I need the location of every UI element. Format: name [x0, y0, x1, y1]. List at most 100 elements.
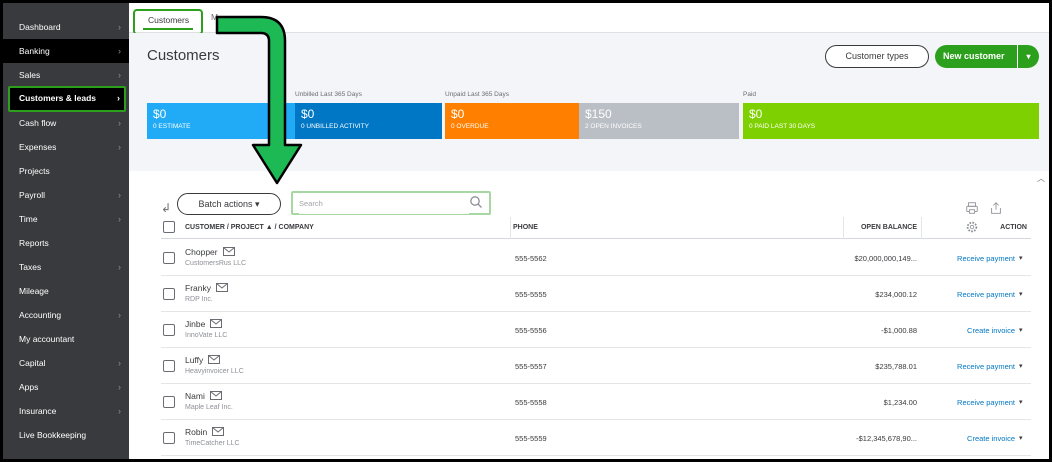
row-checkbox[interactable]: [163, 252, 175, 264]
sidebar-nav: Dashboard › Banking › Sales › Customers & lead…: [3, 3, 129, 459]
row-action-link[interactable]: Receive payment: [929, 398, 1015, 407]
sidebar-item-banking[interactable]: Banking ›: [3, 39, 129, 63]
sidebar-item-label: Apps: [19, 382, 39, 392]
customer-name[interactable]: Chopper: [185, 247, 218, 257]
email-icon[interactable]: [215, 283, 228, 292]
chevron-down-icon[interactable]: ▾: [1019, 326, 1023, 334]
chevron-down-icon[interactable]: ▾: [1019, 362, 1023, 370]
sidebar-item-label: Sales: [19, 70, 41, 80]
customer-name-cell[interactable]: Jinbe: [185, 319, 223, 329]
table-row[interactable]: Luffy Heavyinvoicer LLC 555-5557 $235,788.0…: [161, 348, 1031, 384]
sidebar-item-expenses[interactable]: Expenses ›: [3, 135, 129, 159]
sidebar-item-label: Accounting: [19, 310, 62, 320]
company-name: Heavyinvoicer LLC: [185, 368, 244, 375]
email-icon[interactable]: [209, 391, 222, 400]
customer-name-cell[interactable]: Franky: [185, 283, 228, 293]
customer-name[interactable]: Luffy: [185, 355, 203, 365]
chevron-down-icon[interactable]: ▾: [1019, 254, 1023, 262]
chevron-right-icon: ›: [117, 93, 120, 103]
row-action-link[interactable]: Create invoice: [929, 326, 1015, 335]
sidebar-item-time[interactable]: Time ›: [3, 207, 129, 231]
sidebar-item-label: Taxes: [19, 262, 42, 272]
row-checkbox[interactable]: [163, 396, 175, 408]
collapse-chevron-icon[interactable]: ︿: [1037, 173, 1045, 184]
email-icon[interactable]: [208, 355, 221, 364]
tab-customers[interactable]: Customers: [133, 9, 203, 35]
batch-actions-button[interactable]: Batch actions ▾: [177, 193, 281, 215]
sidebar-item-label: Cash flow: [19, 118, 57, 128]
customer-name[interactable]: Robin: [185, 427, 207, 437]
customer-name-cell[interactable]: Luffy: [185, 355, 221, 365]
table-row[interactable]: Chopper CustomersRus LLC 555-5562 $20,000,0…: [161, 240, 1031, 276]
row-checkbox[interactable]: [163, 432, 175, 444]
sidebar-item-label: Insurance: [19, 406, 57, 416]
table-row[interactable]: Robin TimeCatcher LLC 555-5559 -$12,345,678…: [161, 420, 1031, 456]
row-action-link[interactable]: Receive payment: [929, 254, 1015, 263]
sidebar-item-insurance[interactable]: Insurance ›: [3, 399, 129, 423]
select-all-checkbox[interactable]: [163, 221, 175, 233]
chevron-down-icon[interactable]: ▾: [1019, 290, 1023, 298]
sidebar-item-taxes[interactable]: Taxes ›: [3, 255, 129, 279]
sidebar-item-label: My accountant: [19, 334, 75, 344]
customer-name-cell[interactable]: Nami: [185, 391, 222, 401]
chevron-down-icon[interactable]: ▾: [1019, 434, 1023, 442]
sidebar-item-cash-flow[interactable]: Cash flow ›: [3, 111, 129, 135]
customer-name-cell[interactable]: Robin: [185, 427, 225, 437]
email-icon[interactable]: [210, 319, 223, 328]
sidebar-item-apps[interactable]: Apps ›: [3, 375, 129, 399]
column-header-balance[interactable]: OPEN BALANCE: [841, 224, 917, 231]
sidebar-item-projects[interactable]: Projects: [3, 159, 129, 183]
sidebar-item-reports[interactable]: Reports: [3, 231, 129, 255]
tile-overdue[interactable]: $0 0 OVERDUE: [445, 103, 579, 139]
customer-name[interactable]: Franky: [185, 283, 211, 293]
sidebar-item-mileage[interactable]: Mileage: [3, 279, 129, 303]
email-icon[interactable]: [212, 427, 225, 436]
row-action-link[interactable]: Receive payment: [929, 290, 1015, 299]
table-row[interactable]: Nami Maple Leaf Inc. 555-5558 $1,234.00 Rece…: [161, 384, 1031, 420]
sidebar-item-sales[interactable]: Sales ›: [3, 63, 129, 87]
email-icon[interactable]: [222, 247, 235, 256]
customer-name[interactable]: Jinbe: [185, 319, 205, 329]
sidebar-item-label: Dashboard: [19, 22, 61, 32]
sidebar-item-dashboard[interactable]: Dashboard ›: [3, 15, 129, 39]
paid-label: Paid: [743, 91, 757, 98]
new-customer-button[interactable]: New customer ▾: [935, 45, 1039, 68]
row-checkbox[interactable]: [163, 288, 175, 300]
search-input[interactable]: [299, 193, 469, 214]
customer-name[interactable]: Nami: [185, 391, 205, 401]
sidebar-item-label: Banking: [19, 46, 50, 56]
sidebar-item-customers-leads[interactable]: Customers & leads ›: [8, 86, 126, 112]
open-balance-cell: $1,234.00: [883, 398, 917, 407]
tile-paid[interactable]: $0 0 PAID LAST 30 DAYS: [743, 103, 1039, 139]
column-header-phone[interactable]: PHONE: [513, 224, 538, 231]
row-action-link[interactable]: Create invoice: [929, 434, 1015, 443]
sidebar-item-live-bookkeeping[interactable]: Live Bookkeeping: [3, 423, 129, 447]
customer-name-cell[interactable]: Chopper: [185, 247, 235, 257]
column-header-customer[interactable]: CUSTOMER / PROJECT ▲ / COMPANY: [185, 224, 314, 231]
tile-open-invoices[interactable]: $150 2 OPEN INVOICES: [579, 103, 739, 139]
row-checkbox[interactable]: [163, 360, 175, 372]
chevron-right-icon: ›: [118, 46, 121, 56]
tile-caption: 2 OPEN INVOICES: [585, 123, 642, 130]
sidebar-item-accounting[interactable]: Accounting ›: [3, 303, 129, 327]
row-checkbox[interactable]: [163, 324, 175, 336]
table-row[interactable]: Jinbe InnoVate LLC 555-5556 -$1,000.88 Creat…: [161, 312, 1031, 348]
table-row[interactable]: Franky RDP Inc. 555-5555 $234,000.12 Receive…: [161, 276, 1031, 312]
customer-types-button[interactable]: Customer types: [825, 45, 929, 68]
search-field[interactable]: [291, 191, 491, 215]
sort-arrow-icon[interactable]: ↲: [161, 201, 171, 215]
sidebar-item-my-accountant[interactable]: My accountant: [3, 327, 129, 351]
chevron-down-icon[interactable]: ▾: [1019, 398, 1023, 406]
sidebar-item-payroll[interactable]: Payroll ›: [3, 183, 129, 207]
export-icon[interactable]: [989, 201, 1005, 217]
row-action-link[interactable]: Receive payment: [929, 362, 1015, 371]
print-icon[interactable]: [965, 201, 981, 217]
tab-customers-label: Customers: [148, 15, 190, 25]
new-customer-dropdown-icon[interactable]: ▾: [1017, 45, 1039, 68]
sidebar-item-capital[interactable]: Capital ›: [3, 351, 129, 375]
open-balance-cell: -$12,345,678,90...: [856, 434, 917, 443]
sidebar-item-label: Capital: [19, 358, 46, 368]
tile-unbilled-activity[interactable]: $0 0 UNBILLED ACTIVITY: [295, 103, 442, 139]
search-icon[interactable]: [469, 195, 483, 209]
tile-caption: 0 UNBILLED ACTIVITY: [301, 123, 369, 130]
